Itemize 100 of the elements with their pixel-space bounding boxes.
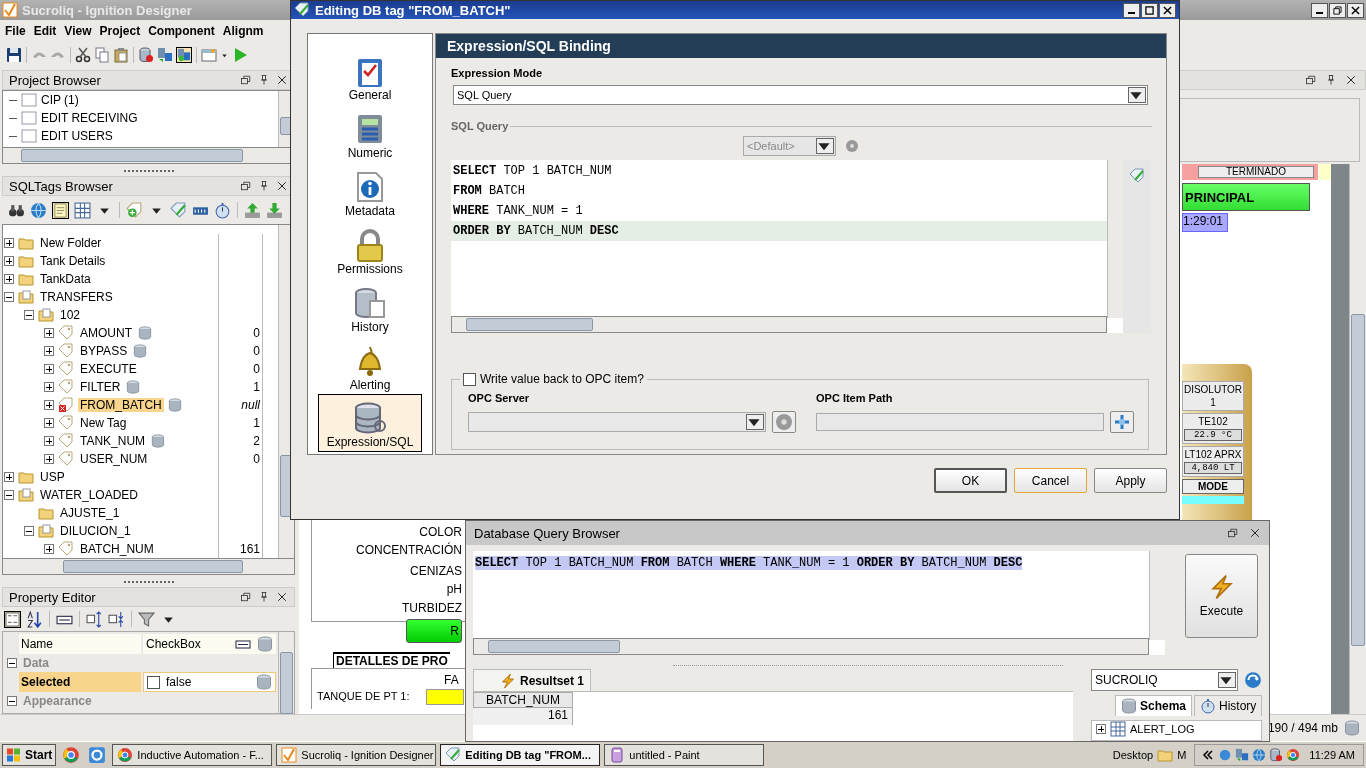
expander-icon[interactable]	[44, 364, 54, 374]
close-icon[interactable]	[276, 74, 288, 86]
tree-item[interactable]: TANK_NUM	[78, 434, 148, 448]
expander-icon[interactable]	[4, 256, 14, 266]
stopwatch-icon[interactable]	[214, 201, 231, 219]
close-button[interactable]	[1347, 2, 1364, 18]
expander-icon[interactable]	[1096, 724, 1106, 734]
scrollbar[interactable]	[278, 632, 294, 713]
menu-item[interactable]: Alignm	[222, 24, 264, 38]
tree-item[interactable]: EXECUTE	[78, 362, 139, 376]
checkbox[interactable]	[463, 372, 476, 386]
tray-icon[interactable]	[1286, 748, 1301, 762]
expander-icon[interactable]	[4, 490, 14, 500]
tab[interactable]: History	[1194, 695, 1263, 716]
tag-icon[interactable]	[1129, 168, 1145, 184]
tab[interactable]: Schema	[1115, 695, 1193, 716]
tree-item[interactable]: New Tag	[78, 416, 129, 430]
tree-item[interactable]: AJUSTE_1	[58, 506, 122, 520]
dialog-button[interactable]: Apply	[1094, 468, 1167, 493]
restore-icon[interactable]	[240, 591, 252, 603]
scrollbar[interactable]	[451, 316, 1107, 333]
expander-icon[interactable]	[7, 658, 17, 668]
menu-item[interactable]: File	[5, 24, 26, 38]
canvas-button[interactable]: PRINCIPAL	[1182, 183, 1310, 211]
pin-icon[interactable]	[258, 74, 270, 86]
globe-icon[interactable]	[30, 201, 47, 219]
property-name[interactable]: Selected	[19, 672, 141, 692]
expander-icon[interactable]	[44, 346, 54, 356]
category-item[interactable]: History	[318, 278, 422, 336]
paste-icon[interactable]	[113, 47, 129, 63]
category-item[interactable]: Permissions	[318, 220, 422, 278]
pin-icon[interactable]	[1325, 74, 1337, 86]
expander-icon[interactable]	[24, 310, 34, 320]
category-item[interactable]: Alerting	[318, 336, 422, 394]
tree-item[interactable]: Tank Details	[38, 254, 108, 268]
expander-icon[interactable]	[44, 382, 54, 392]
minimize-button[interactable]	[1123, 2, 1140, 18]
category-item[interactable]: Metadata	[318, 162, 422, 220]
expand-icon[interactable]	[86, 610, 103, 628]
code-editor[interactable]: SELECT TOP 1 BATCH_NUM FROM BATCH WHERE TANK_NUM = 1 ORDER BY BATCH_NUM DESC	[451, 160, 1123, 333]
filter-icon[interactable]	[138, 610, 155, 628]
expander-icon[interactable]	[4, 472, 14, 482]
expander-icon[interactable]	[24, 526, 34, 536]
scrollbar[interactable]	[1349, 164, 1366, 714]
tray-icon[interactable]	[1269, 748, 1284, 762]
taskbar-button[interactable]: untitled - Paint	[604, 744, 765, 766]
close-icon[interactable]	[1249, 527, 1261, 539]
expander-icon[interactable]	[44, 328, 54, 338]
refresh-icon[interactable]	[1244, 671, 1263, 689]
result-tab[interactable]: Resultset 1	[473, 669, 591, 691]
menu-item[interactable]: Component	[148, 24, 215, 38]
tree-item[interactable]: 102	[58, 308, 83, 322]
pin-icon[interactable]	[258, 591, 270, 603]
categorized-icon[interactable]	[4, 610, 21, 628]
close-icon[interactable]	[1345, 74, 1357, 86]
expander-icon[interactable]	[4, 292, 14, 302]
browse-button[interactable]	[1110, 411, 1134, 433]
scrollbar[interactable]	[473, 638, 1149, 655]
import-icon[interactable]	[266, 201, 283, 219]
tree-item[interactable]: FILTER	[78, 380, 123, 394]
start-button[interactable]: Start	[2, 744, 57, 766]
expander-icon[interactable]	[44, 436, 54, 446]
query-editor[interactable]: SELECT TOP 1 BATCH_NUM FROM BATCH WHERE TANK_NUM = 1 ORDER BY BATCH_NUM DESC	[473, 551, 1165, 655]
category-item[interactable]: Numeric	[318, 104, 422, 162]
execute-button[interactable]: Execute	[1185, 554, 1258, 638]
checkbox[interactable]	[147, 675, 160, 689]
status-button[interactable]: TERMINADO	[1198, 166, 1314, 178]
expander-icon[interactable]	[44, 418, 54, 428]
taskbar-button[interactable]: Inductive Automation - F...	[112, 744, 273, 766]
notepad-icon[interactable]	[52, 201, 69, 219]
category-item[interactable]: General	[318, 46, 422, 104]
dialog-button[interactable]: OK	[934, 468, 1007, 493]
browser-icon[interactable]	[88, 746, 107, 764]
mode-dropdown[interactable]: SQL Query	[453, 85, 1148, 105]
menu-item[interactable]: Project	[99, 24, 141, 38]
column-header[interactable]: BATCH_NUM	[473, 692, 573, 708]
close-icon[interactable]	[276, 180, 288, 192]
tray-icon[interactable]	[1252, 748, 1267, 762]
tree-item[interactable]: TRANSFERS	[38, 290, 115, 304]
tree-item[interactable]: FROM_BATCH	[78, 398, 164, 412]
restore-icon[interactable]	[1227, 527, 1239, 539]
mode-button[interactable]: MODE	[1182, 479, 1244, 494]
sort-icon[interactable]	[26, 610, 43, 628]
tree-item[interactable]: USP	[38, 470, 67, 484]
tree-item[interactable]: USER_NUM	[78, 452, 150, 466]
expander-icon[interactable]	[44, 454, 54, 464]
browser-icon[interactable]	[62, 746, 81, 764]
tree-item[interactable]: AMOUNT	[78, 326, 134, 340]
maximize-button[interactable]	[1141, 2, 1158, 18]
restore-icon[interactable]	[240, 74, 252, 86]
tree-item[interactable]: BYPASS	[78, 344, 130, 358]
scrollbar[interactable]	[1107, 160, 1123, 318]
dialog-button[interactable]: Cancel	[1014, 468, 1087, 493]
tree-item[interactable]: New Folder	[38, 236, 104, 250]
canvas-button[interactable]: R	[406, 619, 462, 643]
restore-icon[interactable]	[240, 180, 252, 192]
tag-edit-icon[interactable]	[170, 201, 187, 219]
taskbar-button[interactable]: Sucroliq - Ignition Designer	[276, 744, 437, 766]
expander-icon[interactable]	[4, 238, 14, 248]
tree-item[interactable]: WATER_LOADED	[38, 488, 140, 502]
